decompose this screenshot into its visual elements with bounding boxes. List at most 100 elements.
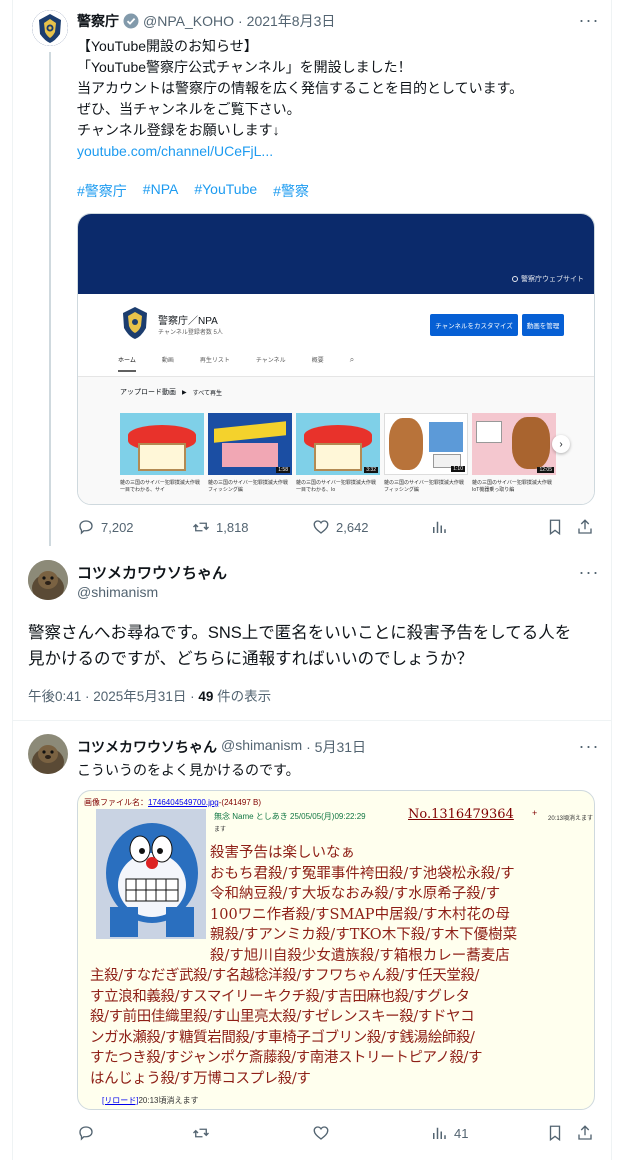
user-avatar[interactable]	[28, 560, 68, 600]
quoted-body: 【YouTube開設のお知らせ】 「YouTube警察庁公式チャンネル」を開設し…	[77, 36, 597, 162]
reply-avatar[interactable]	[28, 734, 68, 774]
npa-avatar[interactable]	[32, 10, 68, 46]
manage-videos-button[interactable]: 動画を管理	[522, 314, 564, 336]
retweet-button[interactable]: 1,818	[192, 518, 249, 536]
post-line: おもち君殺/す冤罪事件袴田殺/す池袋松永殺/す	[210, 865, 515, 882]
next-arrow-icon[interactable]: ›	[552, 435, 570, 453]
video-title[interactable]: 雑の三国のサイバー犯罪撲滅大作戦 フィッシング編	[208, 480, 293, 494]
text-line: チャンネル登録をお願いします↓	[77, 122, 280, 138]
post-line: ンガ水瀬殺/す糖質岩間殺/す車椅子ゴブリン殺/す銭湯絵師殺/	[90, 1029, 475, 1046]
hashtag[interactable]: #YouTube	[194, 181, 257, 201]
hashtag[interactable]: #警察庁	[77, 181, 127, 201]
post-line: 令和納豆殺/す大坂なおみ殺/す水原希子殺/す	[210, 886, 501, 902]
video-title[interactable]: 雑の三国のサイバー犯罪撲滅大作戦 一目でわかる、サイ	[120, 480, 205, 494]
reply-author-name[interactable]: コツメカワウソちゃん	[77, 737, 217, 757]
views-label: 件の表示	[213, 689, 272, 704]
post-line: 殺/す前田佳織里殺/す山里亮太殺/すゼレンスキー殺/すドヤコ	[90, 1009, 475, 1025]
post-image[interactable]	[96, 809, 206, 939]
customize-button[interactable]: チャンネルをカスタマイズ	[430, 314, 518, 336]
retweet-count: 1,818	[216, 519, 249, 535]
video-duration: 1:58	[276, 467, 290, 473]
more-icon[interactable]: ···	[577, 736, 601, 756]
views-icon	[433, 521, 446, 533]
hashtags: #警察庁 #NPA #YouTube #警察	[77, 181, 309, 201]
like-button[interactable]	[312, 1124, 330, 1142]
file-link[interactable]: 1746404549700.jpg	[148, 798, 219, 807]
video-thumb[interactable]: 1:10	[384, 413, 468, 475]
tab-playlists[interactable]: 再生リスト	[200, 355, 230, 372]
tab-channels[interactable]: チャンネル	[256, 355, 286, 372]
verified-badge-icon	[123, 13, 139, 29]
channel-banner: 警察庁ウェブサイト	[78, 214, 594, 294]
share-icon[interactable]	[576, 1124, 594, 1147]
play-all-link[interactable]: すべて再生	[193, 388, 222, 397]
bookmark-icon[interactable]	[546, 518, 564, 541]
reload-link[interactable]: [リロード]	[102, 1096, 138, 1105]
reply-text: こういうのをよく見かけるのです。	[77, 762, 300, 778]
hashtag[interactable]: #NPA	[143, 181, 179, 201]
more-icon[interactable]: ···	[577, 10, 601, 30]
reply-header: コツメカワウソちゃん @shimanism · 5月31日	[77, 737, 366, 757]
post-line: すたつき殺/すジャンポケ斎藤殺/す南港ストリートピアノ殺/す	[90, 1050, 483, 1066]
video-thumb[interactable]: 12:05	[472, 413, 556, 475]
text-line: ぜひ、当チャンネルをご覧下さい。	[77, 101, 301, 117]
reply-media[interactable]: 画像ファイル名：1746404549700.jpg-(241497 B) 無念 …	[77, 790, 595, 1110]
video-title[interactable]: 雑の三国のサイバー犯罪撲滅大作戦 フィッシング編	[384, 480, 469, 494]
video-title[interactable]: 雑の三国のサイバー犯罪撲滅大作戦 一目でわかる、Io	[296, 480, 381, 494]
like-count: 2,642	[336, 519, 369, 535]
main-tweet-text: 警察さんへお尋ねです。SNS上で匿名をいいことに殺害予告をしてる人を 見かけるの…	[28, 620, 603, 672]
uploads-section: アップロード動画 ▶ すべて再生 1:58 3:32 1:10 12:05 › …	[78, 376, 594, 504]
retweet-icon	[193, 1128, 209, 1138]
share-icon[interactable]	[576, 518, 594, 541]
view-count: 49	[198, 689, 214, 704]
views-button[interactable]: 41	[430, 1124, 468, 1142]
text-line: 「YouTube警察庁公式チャンネル」を開設しました！	[77, 59, 412, 75]
search-icon[interactable]: ⌕	[350, 355, 354, 372]
author-handle[interactable]: @NPA_KOHO	[143, 13, 234, 29]
tab-about[interactable]: 概要	[312, 355, 324, 372]
post-plus[interactable]: +	[532, 808, 537, 818]
video-thumb[interactable]: 3:32	[296, 413, 380, 475]
reply-count: 7,202	[101, 519, 134, 535]
tab-home[interactable]: ホーム	[118, 355, 136, 372]
text-line: 見かけるのですが、どちらに通報すればいいのでしょうか？	[28, 650, 474, 668]
video-thumb[interactable]: 1:58	[208, 413, 292, 475]
reply-button[interactable]	[77, 1124, 95, 1142]
author-name[interactable]: 警察庁	[77, 11, 119, 31]
like-button[interactable]: 2,642	[312, 518, 369, 536]
channel-tabs: ホーム 動画 再生リスト チャンネル 概要 ⌕	[118, 355, 354, 372]
board-footer: [リロード]20:13頃消えます	[102, 1095, 198, 1106]
main-author-name[interactable]: コツメカワウソちゃん	[77, 562, 227, 583]
channel-name: 警察庁／NPA	[158, 316, 218, 327]
hashtag[interactable]: #警察	[273, 181, 309, 201]
tab-videos[interactable]: 動画	[162, 355, 174, 372]
post-body: 殺害予告は楽しいなぁ おもち君殺/す冤罪事件袴田殺/す池袋松永殺/す 令和納豆殺…	[210, 843, 592, 966]
reply-date[interactable]: · 5月31日	[306, 737, 366, 757]
post-line: 主殺/すなだぎ武殺/す名越稔洋殺/すフワちゃん殺/す任天堂殺/	[90, 968, 480, 984]
more-icon[interactable]: ···	[577, 562, 601, 582]
banner-link[interactable]: 警察庁ウェブサイト	[512, 274, 584, 284]
reply-author-handle[interactable]: @shimanism	[221, 737, 302, 757]
reply-icon	[79, 520, 93, 535]
video-title[interactable]: 雑の三国のサイバー犯罪撲滅大作戦 IoT機器乗っ取り編	[472, 480, 557, 494]
channel-logo	[122, 306, 148, 340]
video-thumb[interactable]	[120, 413, 204, 475]
post-expire-line2: ます	[214, 827, 227, 833]
reply-button[interactable]: 7,202	[77, 518, 134, 536]
play-icon[interactable]: ▶	[182, 389, 187, 396]
tweet-date[interactable]: 2021年8月3日	[247, 11, 336, 31]
views-button[interactable]	[430, 518, 448, 536]
video-duration: 1:10	[451, 466, 465, 472]
video-duration: 3:32	[364, 467, 378, 473]
view-count: 41	[454, 1125, 469, 1141]
youtube-link[interactable]: youtube.com/channel/UCeFjL...	[77, 141, 597, 162]
media-card[interactable]: 警察庁ウェブサイト 警察庁／NPA チャンネル登録者数 5人 チャンネルをカスタ…	[77, 213, 595, 505]
tweet-timestamp[interactable]: 午後0:41 · 2025年5月31日 ·	[28, 689, 198, 704]
post-number[interactable]: No.1316479364	[408, 807, 514, 822]
bookmark-icon[interactable]	[546, 1124, 564, 1147]
channel-subs: チャンネル登録者数 5人	[158, 330, 223, 336]
retweet-button[interactable]	[192, 1124, 210, 1142]
post-name-date: 無念 Name としあき 25/05/05(月)09:22:29	[214, 812, 366, 821]
post-body-wide: 主殺/すなだぎ武殺/す名越稔洋殺/すフワちゃん殺/す任天堂殺/ す立浪和義殺/す…	[90, 966, 590, 1089]
main-author-handle[interactable]: @shimanism	[77, 584, 158, 600]
